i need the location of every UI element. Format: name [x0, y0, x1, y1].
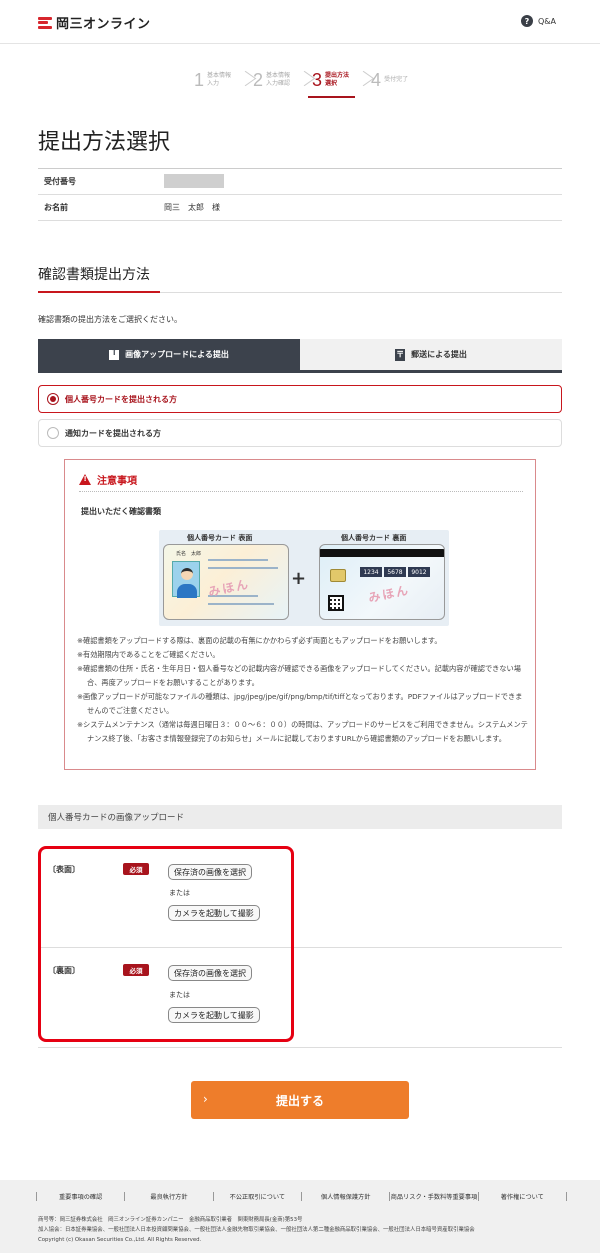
step-4: 4 受付完了	[367, 66, 414, 94]
note-item: ※画像アップロードが可能なファイルの種類は、jpg/jpeg/jpe/gif/p…	[77, 692, 523, 715]
masked-receipt-number	[164, 173, 224, 188]
footer-links: 重要事項の確認 最良執行方針 不公正取引について 個人情報保護方針 商品リスク・…	[36, 1192, 567, 1201]
radio-checked-icon	[47, 393, 59, 405]
receipt-row: 受付番号	[38, 169, 562, 195]
company-registration: 商号等：岡三証券株式会社 岡三オンライン証券カンパニー 金融商品取引業者 関東財…	[38, 1217, 303, 1223]
note-item: ※確認書類の住所・氏名・生年月日・個人番号などの記載内容が確認できる画像をアップ…	[77, 664, 521, 687]
footer-link[interactable]: 著作権について	[477, 1192, 567, 1201]
card-front-name: 氏名 太郎	[176, 551, 202, 557]
footer-link[interactable]: 最良執行方針	[124, 1192, 214, 1201]
receipt-label: 受付番号	[44, 177, 76, 186]
card-front-label: 個人番号カード 表面	[187, 534, 253, 542]
step-number: 2	[253, 69, 264, 90]
tab-image-upload[interactable]: 画像アップロードによる提出	[38, 339, 300, 370]
page-title: 提出方法選択	[38, 130, 171, 155]
submit-label: 提出する	[275, 1093, 324, 1108]
plus-sign: +	[291, 568, 307, 589]
tab-label: 郵送による提出	[411, 350, 467, 359]
step-1: 1 基本情報入力	[190, 66, 237, 94]
upload-heading: 個人番号カードの画像アップロード	[38, 805, 562, 829]
sample-watermark: みほん	[367, 582, 412, 606]
card-number-box: 5678	[384, 567, 406, 577]
logo-mark-icon	[38, 16, 52, 30]
step-label: 提出方法選択	[325, 72, 350, 87]
radio-notification-card[interactable]: 通知カードを提出される方	[38, 419, 562, 447]
step-number: 3	[312, 69, 323, 90]
radio-label: 通知カードを提出される方	[65, 428, 161, 438]
chevron-right-icon	[239, 69, 249, 91]
notice-subtitle: 提出いただく確認書類	[81, 507, 161, 516]
receipt-value	[164, 173, 224, 190]
note-item: ※有効期限内であることをご確認ください。	[77, 650, 220, 659]
postbox-icon: 〒	[395, 348, 406, 361]
notice-box: 注意事項 提出いただく確認書類 個人番号カード 表面 個人番号カード 裏面 氏名…	[64, 459, 536, 770]
logo-text: 岡三オンライン	[56, 17, 151, 32]
notice-notes: ※確認書類をアップロードする際は、裏面の記載の有無にかかわらず必ず両面ともアップ…	[77, 634, 529, 746]
divider	[79, 491, 523, 492]
notice-title: 注意事項	[79, 472, 137, 487]
qa-label: Q&A	[537, 16, 556, 26]
upload-icon	[109, 347, 120, 360]
card-number-box: 1234	[360, 567, 382, 577]
name-label: お名前	[44, 203, 68, 212]
qa-link[interactable]: ? Q&A	[520, 15, 556, 27]
step-number: 4	[371, 69, 382, 90]
okasan-logo[interactable]: 岡三オンライン	[38, 13, 151, 32]
magnetic-strip	[320, 549, 444, 557]
chevron-right-icon	[298, 69, 308, 91]
qr-code-icon	[328, 595, 344, 611]
footer: 重要事項の確認 最良執行方針 不公正取引について 個人情報保護方針 商品リスク・…	[0, 1180, 600, 1253]
warning-icon	[79, 474, 91, 485]
step-label: 基本情報入力	[207, 72, 232, 87]
applicant-info-table: 受付番号 お名前 岡三 太郎 様	[38, 168, 562, 221]
chevron-right-icon: ›	[203, 1092, 208, 1106]
footer-link[interactable]: 重要事項の確認	[36, 1192, 126, 1201]
header: 岡三オンライン ? Q&A	[0, 0, 600, 44]
ic-chip-icon	[330, 569, 346, 582]
submit-button[interactable]: › 提出する	[191, 1081, 409, 1119]
footer-link[interactable]: 不公正取引について	[212, 1192, 302, 1201]
name-value: 岡三 太郎 様	[164, 203, 220, 212]
step-label: 受付完了	[384, 76, 409, 84]
section-title: 確認書類提出方法	[38, 264, 562, 293]
notice-title-text: 注意事項	[97, 476, 137, 487]
chevron-right-icon	[357, 69, 367, 91]
progress-stepper: 1 基本情報入力 2 基本情報入力確認 3 提出方法選択 4 受付完了	[190, 66, 414, 98]
card-number-box: 9012	[408, 567, 430, 577]
card-back-image: 1234 5678 9012 みほん	[319, 544, 445, 620]
step-2: 2 基本情報入力確認	[249, 66, 296, 94]
tab-label: 画像アップロードによる提出	[125, 350, 229, 359]
radio-unchecked-icon	[47, 427, 59, 439]
tab-postal[interactable]: 〒 郵送による提出	[300, 339, 562, 370]
note-item: ※システムメンテナンス（通常は毎週日曜日３：００～６：００）の時間は、アップロー…	[77, 720, 528, 743]
sample-card-illustration: 個人番号カード 表面 個人番号カード 裏面 氏名 太郎 みほん + 1234 5…	[159, 530, 449, 626]
card-front-image: 氏名 太郎 みほん	[163, 544, 289, 620]
highlight-frame	[38, 846, 294, 1042]
help-icon: ?	[520, 15, 533, 27]
person-photo-icon	[172, 561, 200, 598]
step-number: 1	[194, 69, 205, 90]
step-label: 基本情報入力確認	[266, 72, 291, 87]
copyright: Copyright (c) Okasan Securities Co.,Ltd.…	[38, 1237, 202, 1243]
footer-link[interactable]: 個人情報保護方針	[300, 1192, 391, 1201]
association-membership: 加入協会：日本証券業協会、一般社団法人日本投資顧問業協会、一般社団法人金融先物取…	[38, 1227, 475, 1233]
footer-link[interactable]: 商品リスク・手数料等重要事項	[389, 1192, 479, 1201]
note-item: ※確認書類をアップロードする際は、裏面の記載の有無にかかわらず必ず両面ともアップ…	[77, 636, 442, 645]
footer-company-info: 商号等：岡三証券株式会社 岡三オンライン証券カンパニー 金融商品取引業者 関東財…	[38, 1215, 475, 1245]
card-back-label: 個人番号カード 裏面	[341, 534, 407, 542]
radio-label: 個人番号カードを提出される方	[65, 394, 177, 404]
submission-method-tabs: 画像アップロードによる提出 〒 郵送による提出	[38, 339, 562, 373]
step-3: 3 提出方法選択	[308, 66, 356, 98]
section-intro: 確認書類の提出方法をご選択ください。	[38, 315, 182, 324]
name-row: お名前 岡三 太郎 様	[38, 195, 562, 221]
radio-my-number-card[interactable]: 個人番号カードを提出される方	[38, 385, 562, 413]
